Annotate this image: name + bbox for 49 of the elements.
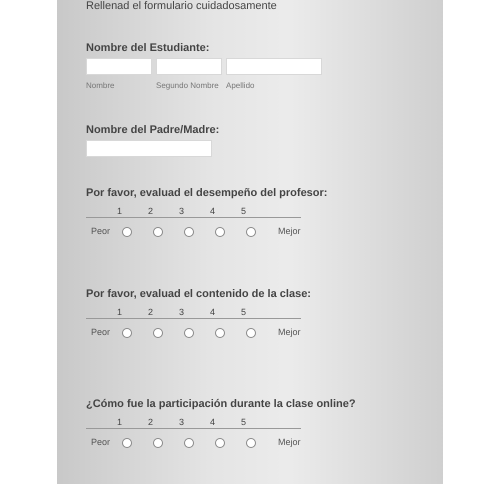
input-field[interactable] (86, 140, 212, 157)
radio-button[interactable] (153, 438, 163, 448)
radio-button[interactable] (122, 227, 132, 237)
radio-button[interactable] (215, 438, 225, 448)
radio-button[interactable] (122, 438, 132, 448)
radio-button[interactable] (184, 227, 194, 237)
scale-number: 4 (210, 306, 216, 317)
radio-button[interactable] (122, 328, 132, 338)
scale-label: Peor (90, 326, 112, 340)
radio-button[interactable] (246, 227, 256, 237)
field-label: Nombre del Padre/Madre: (86, 123, 220, 138)
scale-number: 5 (241, 416, 248, 427)
scale-label: Mejor (278, 436, 301, 450)
scale-number: 1 (117, 205, 124, 216)
question-text: ¿Cómo fue la participación durante la clase online? (86, 397, 357, 412)
field-label: Nombre del Estudiante: (86, 41, 210, 56)
input-field[interactable] (156, 58, 222, 75)
scale-number: 4 (210, 205, 216, 216)
scale-label: Peor (90, 436, 112, 450)
radio-button[interactable] (246, 328, 256, 338)
radio-button[interactable] (184, 438, 194, 448)
scale-number: 2 (148, 205, 154, 216)
scale-number: 3 (179, 306, 186, 317)
scale-number: 4 (210, 416, 216, 427)
scale-number: 2 (148, 416, 154, 427)
scale-number: 5 (241, 205, 248, 216)
scale-label: Peor (90, 225, 112, 238)
input-field[interactable] (86, 58, 152, 75)
scale-number: 2 (148, 306, 154, 317)
scale-number: 3 (179, 205, 186, 216)
field-hint: Apellido (226, 80, 256, 92)
field-hint: Segundo Nombre (156, 80, 220, 92)
radio-button[interactable] (215, 227, 225, 237)
radio-button[interactable] (184, 328, 194, 338)
scale-label: Mejor (278, 326, 301, 340)
input-field[interactable] (226, 58, 322, 75)
scale-number: 3 (179, 416, 186, 427)
scale-label: Mejor (278, 225, 301, 238)
field-hint: Nombre (86, 80, 116, 92)
question-text: Por favor, evaluad el contenido de la clase: (86, 287, 312, 302)
scale-number: 1 (117, 306, 124, 317)
intro-text: Rellenad el formulario cuidadosamente (86, 0, 278, 14)
scale-number: 5 (241, 306, 248, 317)
radio-button[interactable] (153, 328, 163, 338)
radio-button[interactable] (153, 227, 163, 237)
scale-number: 1 (117, 416, 124, 427)
question-text: Por favor, evaluad el desempeño del profesor: (86, 186, 328, 201)
radio-button[interactable] (246, 438, 256, 448)
radio-button[interactable] (215, 328, 225, 338)
